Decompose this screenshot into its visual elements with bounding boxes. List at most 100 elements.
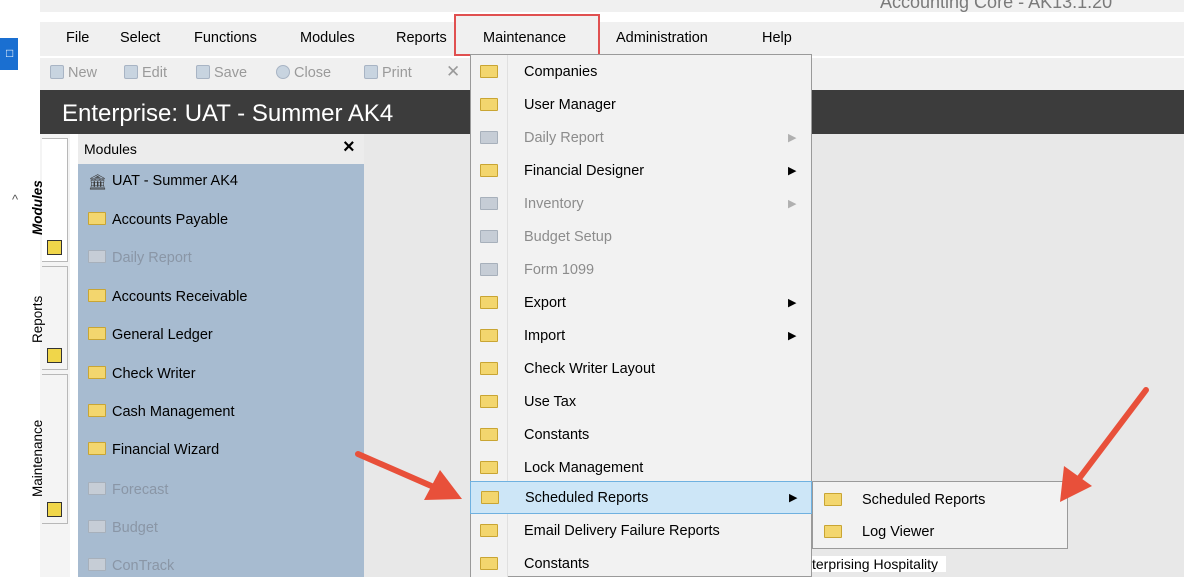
menu-item-label: User Manager <box>524 97 616 113</box>
folder-icon <box>480 395 498 408</box>
edit-button[interactable]: Edit <box>124 65 167 81</box>
menu-item-label: Form 1099 <box>524 262 595 278</box>
folder-icon <box>480 524 498 537</box>
enterprise-title: Enterprise: UAT - Summer AK4 <box>62 100 394 127</box>
background-window-tab: □ <box>0 38 18 70</box>
module-item[interactable]: Budget <box>88 520 158 536</box>
menu-item-budget-setup[interactable]: Budget Setup <box>470 221 812 254</box>
tab-reports-label: Reports <box>30 295 45 343</box>
module-item[interactable]: Financial Wizard <box>88 442 219 458</box>
menu-modules[interactable]: Modules <box>300 30 355 46</box>
menu-item-label: Constants <box>524 556 590 572</box>
menu-item-user-manager[interactable]: User Manager <box>470 89 812 122</box>
folder-icon <box>480 263 498 276</box>
tab-modules[interactable]: Modules <box>30 138 68 262</box>
module-label: Daily Report <box>112 250 192 266</box>
tab-maintenance-label: Maintenance <box>30 419 45 497</box>
submenu-item-label: Scheduled Reports <box>862 492 986 508</box>
menu-item-label: Email Delivery Failure Reports <box>524 523 720 539</box>
module-item[interactable]: Forecast <box>88 482 168 498</box>
save-button[interactable]: Save <box>196 65 247 81</box>
menu-item-label: Companies <box>524 64 598 80</box>
submenu-arrow-icon: ▶ <box>789 492 798 504</box>
submenu-arrow-icon: ▶ <box>788 198 797 210</box>
close-icon[interactable]: × <box>343 136 355 159</box>
menu-item-companies[interactable]: Companies <box>470 56 812 89</box>
modules-panel <box>78 134 364 577</box>
new-label: New <box>68 65 98 81</box>
close-button[interactable]: Close <box>276 65 331 81</box>
menu-item-label: Export <box>524 295 566 311</box>
module-item[interactable]: Daily Report <box>88 250 192 266</box>
submenu-item-label: Log Viewer <box>862 524 935 540</box>
menu-item-scheduled-reports[interactable]: Scheduled Reports ▶ <box>470 481 812 514</box>
folder-icon <box>88 289 106 302</box>
module-item[interactable]: Check Writer <box>88 366 196 382</box>
module-label: Accounts Payable <box>112 212 229 228</box>
module-label: General Ledger <box>112 327 213 343</box>
new-button[interactable]: New <box>50 65 97 81</box>
menu-item-financial-designer[interactable]: Financial Designer ▶ <box>470 155 812 188</box>
submenu-arrow-icon: ▶ <box>788 297 797 309</box>
module-item[interactable]: General Ledger <box>88 327 213 343</box>
menu-item-export[interactable]: Export ▶ <box>470 287 812 320</box>
folder-icon <box>47 348 62 363</box>
menu-item-constants-2[interactable]: Constants <box>470 548 812 581</box>
module-item[interactable]: Accounts Receivable <box>88 289 247 305</box>
module-item[interactable]: ConTrack <box>88 558 174 574</box>
folder-icon <box>480 362 498 375</box>
submenu-item-log-viewer[interactable]: Log Viewer <box>812 516 1068 548</box>
module-label: Check Writer <box>112 366 196 382</box>
menu-select[interactable]: Select <box>120 30 160 46</box>
modules-panel-title: Modules <box>84 141 137 157</box>
print-label: Print <box>382 65 412 81</box>
menu-item-form-1099[interactable]: Form 1099 <box>470 254 812 287</box>
folder-icon <box>88 558 106 571</box>
module-label: Cash Management <box>112 404 235 420</box>
module-label: ConTrack <box>112 558 175 574</box>
menu-file[interactable]: File <box>66 30 89 46</box>
menu-maintenance[interactable]: Maintenance <box>483 30 566 46</box>
folder-icon <box>480 98 498 111</box>
submenu-item-scheduled-reports[interactable]: Scheduled Reports <box>812 484 1068 516</box>
menu-item-label: Scheduled Reports <box>525 490 649 506</box>
menu-item-daily-report[interactable]: Daily Report ▶ <box>470 122 812 155</box>
delete-icon[interactable]: ✕ <box>446 62 460 82</box>
close-label: Close <box>294 65 332 81</box>
folder-icon <box>47 240 62 255</box>
folder-icon <box>480 329 498 342</box>
module-label: Accounts Receivable <box>112 289 248 305</box>
tab-reports[interactable]: Reports <box>30 266 68 370</box>
menu-item-label: Check Writer Layout <box>524 361 656 377</box>
folder-icon <box>480 197 498 210</box>
module-root-label: UAT - Summer AK4 <box>112 173 238 189</box>
menu-item-constants[interactable]: Constants <box>470 419 812 452</box>
menu-help[interactable]: Help <box>762 30 792 46</box>
close-icon <box>276 65 290 79</box>
menu-item-label: Inventory <box>524 196 584 212</box>
menu-reports[interactable]: Reports <box>396 30 454 46</box>
save-icon <box>196 65 210 79</box>
menu-item-inventory[interactable]: Inventory ▶ <box>470 188 812 221</box>
module-label: Budget <box>112 520 158 536</box>
menu-item-label: Daily Report <box>524 130 604 146</box>
folder-icon <box>481 491 499 504</box>
menu-item-use-tax[interactable]: Use Tax <box>470 386 812 419</box>
module-root[interactable]: 🏛 UAT - Summer AK4 <box>88 173 238 190</box>
window-title: Accounting Core - AK13.1.20 <box>880 0 1113 12</box>
menu-item-check-writer-layout[interactable]: Check Writer Layout <box>470 353 812 386</box>
folder-icon <box>88 482 106 495</box>
menu-item-import[interactable]: Import ▶ <box>470 320 812 353</box>
menu-administration[interactable]: Administration <box>616 30 708 46</box>
print-button[interactable]: Print <box>364 65 412 81</box>
menu-functions[interactable]: Functions <box>194 30 257 46</box>
module-item[interactable]: Accounts Payable <box>88 212 228 228</box>
tab-maintenance[interactable]: Maintenance <box>30 374 68 524</box>
folder-icon <box>480 557 498 570</box>
module-item[interactable]: Cash Management <box>88 404 235 420</box>
folder-icon <box>88 442 106 455</box>
menu-item-label: Budget Setup <box>524 229 612 245</box>
save-label: Save <box>214 65 248 81</box>
caret-up-icon[interactable]: ^ <box>12 192 18 207</box>
menu-item-email-delivery-failure-reports[interactable]: Email Delivery Failure Reports <box>470 515 812 548</box>
